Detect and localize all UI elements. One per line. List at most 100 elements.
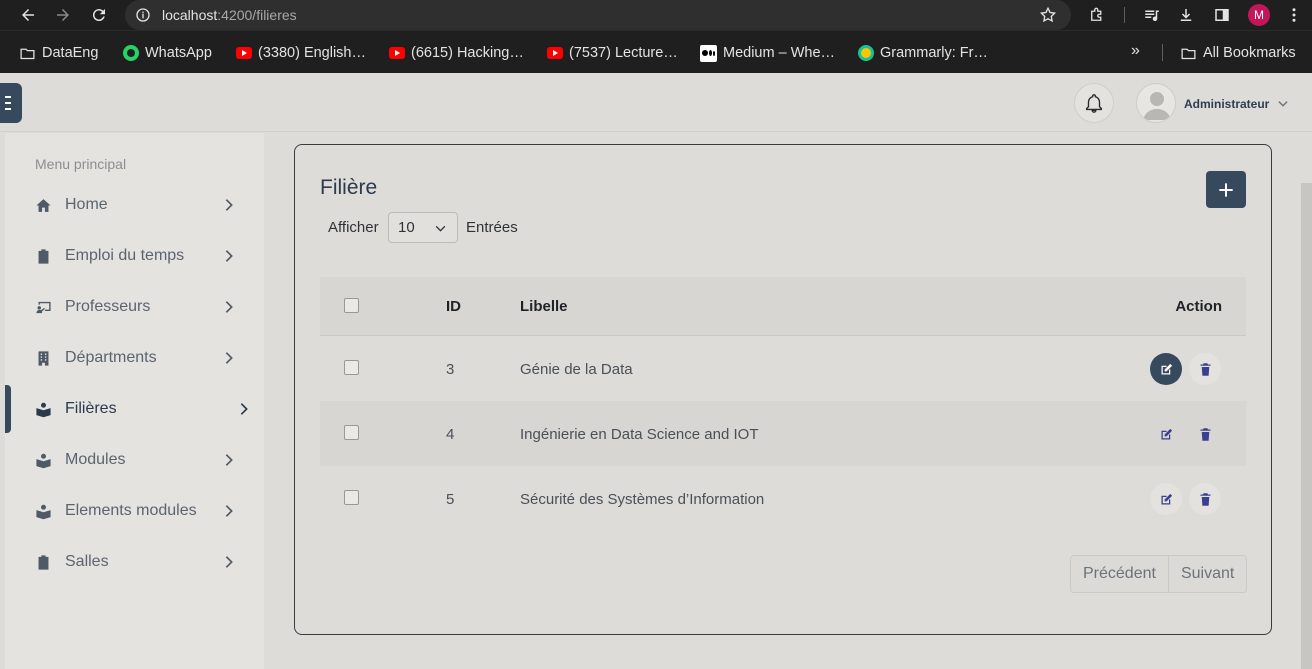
sidebar-toggle-button[interactable]: [0, 83, 22, 123]
column-header-id: ID: [446, 298, 461, 315]
bookmark-label: WhatsApp: [145, 45, 212, 61]
table-row: 4 Ingénierie en Data Science and IOT: [320, 401, 1246, 466]
folder-icon: [19, 45, 36, 62]
sidebar-item-home[interactable]: Home: [5, 185, 264, 225]
bookmark-item[interactable]: DataEng: [19, 43, 98, 63]
puzzle-icon: [1091, 7, 1102, 21]
add-filiere-button[interactable]: [1206, 171, 1246, 208]
back-button[interactable]: [17, 4, 39, 26]
clipboard-icon: [33, 246, 53, 266]
more-bookmarks-button[interactable]: »: [1131, 42, 1140, 60]
downloads-button[interactable]: [1176, 5, 1196, 25]
book-reader-icon: [33, 450, 53, 470]
bookmark-star-icon[interactable]: [1039, 6, 1057, 24]
building-icon: [33, 348, 53, 368]
chalkboard-teacher-icon: [33, 297, 53, 317]
user-name[interactable]: Administrateur: [1184, 97, 1269, 111]
row-id: 5: [446, 491, 455, 508]
sidebar-item-salles[interactable]: Salles: [5, 542, 264, 582]
more-vertical-icon: [1292, 8, 1296, 22]
column-header-action: Action: [1175, 298, 1222, 315]
delete-button[interactable]: [1189, 353, 1221, 385]
bookmark-item[interactable]: WhatsApp: [122, 43, 212, 63]
chevron-right-icon: [225, 454, 233, 466]
user-avatar[interactable]: [1136, 83, 1176, 123]
select-all-checkbox[interactable]: [344, 298, 359, 313]
chevron-right-icon: [225, 556, 233, 568]
bookmark-item[interactable]: (3380) English…: [235, 43, 366, 63]
row-checkbox[interactable]: [344, 490, 359, 505]
book-reader-icon: [33, 399, 53, 419]
sidebar-item-emploi-du-temps[interactable]: Emploi du temps: [5, 236, 264, 276]
entries-select[interactable]: 10: [388, 212, 458, 243]
user-icon: [1143, 92, 1171, 120]
media-button[interactable]: [1142, 5, 1162, 25]
row-checkbox[interactable]: [344, 425, 359, 440]
clipboard-icon: [33, 552, 53, 572]
bookmark-item[interactable]: Grammarly: Fr…: [857, 43, 988, 63]
bookmark-label: Medium – Whe…: [723, 45, 836, 61]
sidebar-item-label: Emploi du temps: [65, 247, 185, 264]
profile-avatar[interactable]: M: [1248, 4, 1270, 26]
address-bar[interactable]: localhost:4200/filieres: [125, 0, 1071, 30]
medium-icon: [700, 44, 717, 62]
bookmark-label: (6615) Hacking…: [411, 45, 524, 61]
sidebar-item-modules[interactable]: Modules: [5, 440, 264, 480]
chevron-right-icon: [225, 505, 233, 517]
chevron-right-icon: [225, 301, 233, 313]
edit-icon: [1161, 428, 1172, 439]
table-row: 3 Génie de la Data: [320, 336, 1246, 401]
home-icon: [33, 195, 53, 215]
bookmark-label: DataEng: [42, 45, 99, 61]
bookmarks-divider: [1162, 44, 1163, 61]
row-id: 3: [446, 361, 455, 378]
bookmark-item[interactable]: (6615) Hacking…: [388, 43, 524, 63]
sidebar: Menu principal Home Emploi du temps Prof…: [5, 133, 264, 669]
sidebar-item-departments[interactable]: Départments: [5, 338, 264, 378]
trash-icon: [1200, 427, 1210, 441]
sidebar-item-label: Professeurs: [65, 298, 151, 315]
app-header: Administrateur: [0, 73, 1312, 132]
row-checkbox[interactable]: [344, 360, 359, 375]
side-panel-button[interactable]: [1212, 5, 1232, 25]
sidebar-item-label: Salles: [65, 553, 109, 570]
delete-button[interactable]: [1189, 483, 1221, 515]
url-text: localhost:4200/filieres: [162, 7, 297, 23]
notifications-button[interactable]: [1074, 83, 1114, 123]
page-scrollbar[interactable]: [1301, 183, 1312, 669]
sidebar-item-label: Home: [65, 196, 108, 213]
sidebar-item-label: Modules: [65, 451, 126, 468]
sidebar-item-label: Filières: [65, 400, 117, 417]
bookmark-item[interactable]: (7537) Lecture…: [546, 43, 678, 63]
browser-menu-button[interactable]: [1284, 5, 1304, 25]
all-bookmarks-button[interactable]: All Bookmarks: [1180, 43, 1296, 63]
youtube-icon: [235, 45, 252, 62]
trash-icon: [1200, 492, 1210, 506]
grammarly-icon: [857, 45, 874, 62]
edit-button[interactable]: [1150, 353, 1182, 385]
previous-page-button[interactable]: Précédent: [1071, 556, 1168, 592]
info-icon[interactable]: [135, 7, 151, 23]
reload-button[interactable]: [88, 4, 110, 26]
toolbar-divider: [1124, 7, 1125, 23]
edit-icon: [1161, 493, 1172, 504]
next-page-button[interactable]: Suivant: [1167, 556, 1247, 592]
bookmark-item[interactable]: Medium – Whe…: [700, 43, 835, 63]
edit-button[interactable]: [1150, 483, 1182, 515]
side-panel-icon: [1215, 9, 1229, 21]
table-row: 5 Sécurité des Systèmes d’Information: [320, 466, 1246, 531]
filiere-card: Filière Afficher 10 Entrées ID Libelle A…: [294, 144, 1272, 635]
delete-button[interactable]: [1189, 418, 1221, 450]
download-icon: [1180, 9, 1192, 21]
sidebar-item-professeurs[interactable]: Professeurs: [5, 287, 264, 327]
extensions-button[interactable]: [1087, 5, 1107, 25]
chevron-down-icon[interactable]: [1276, 97, 1290, 111]
bookmark-label: Grammarly: Fr…: [880, 45, 988, 61]
sidebar-item-elements-modules[interactable]: Elements modules: [5, 491, 264, 531]
forward-button[interactable]: [52, 4, 74, 26]
folder-icon: [1180, 45, 1197, 62]
arrow-left-icon: [22, 9, 34, 21]
edit-button[interactable]: [1150, 418, 1182, 450]
browser-toolbar: localhost:4200/filieres M: [0, 0, 1312, 30]
sidebar-item-filieres[interactable]: Filières: [5, 385, 264, 433]
